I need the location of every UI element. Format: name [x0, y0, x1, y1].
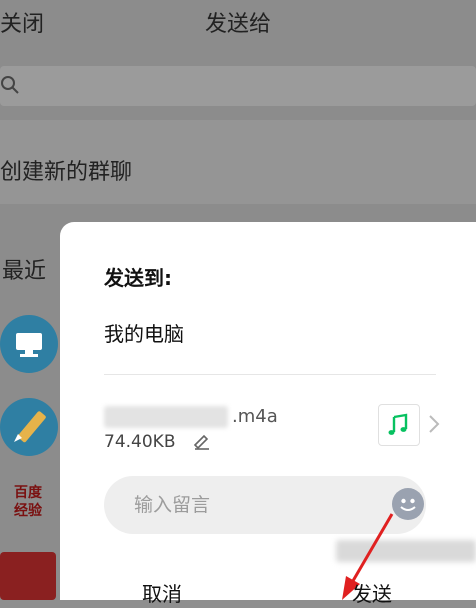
avatar-computer[interactable]: [0, 315, 58, 373]
file-extension: .m4a: [232, 406, 278, 427]
search-icon: [1, 76, 19, 94]
send-dialog: 发送到: 我的电脑 .m4a 74.40KB 取消 发送: [60, 222, 476, 606]
chevron-right-icon[interactable]: [426, 412, 442, 436]
top-bar: 关闭 发送给: [0, 0, 476, 46]
create-group-row[interactable]: 创建新的群聊: [0, 120, 476, 204]
avatar-baidu[interactable]: 百度 经验: [0, 478, 56, 534]
file-thumbnail[interactable]: [378, 404, 420, 446]
avatar-baidu-text: 百度 经验: [14, 485, 42, 519]
emoji-icon: [400, 498, 416, 511]
edit-icon[interactable]: [192, 430, 212, 450]
avatar-group[interactable]: [0, 552, 56, 600]
create-group-label: 创建新的群聊: [0, 160, 133, 185]
monitor-icon: [16, 333, 42, 357]
avatar-pencil[interactable]: [0, 398, 58, 456]
dialog-title: 发送到:: [104, 266, 172, 290]
send-button[interactable]: 发送: [352, 578, 392, 607]
cancel-button[interactable]: 取消: [142, 578, 182, 607]
search-input[interactable]: [0, 66, 476, 106]
recent-label: 最近: [2, 259, 47, 284]
recipient-name: 我的电脑: [104, 322, 184, 346]
page-title: 发送给: [204, 12, 271, 37]
file-name-blurred: [104, 406, 228, 428]
dialog-button-row: 取消 发送: [60, 568, 476, 608]
music-icon: [388, 413, 408, 435]
emoji-button[interactable]: [392, 488, 424, 520]
pencil-icon: [14, 411, 46, 443]
file-size: 74.40KB: [104, 432, 176, 452]
divider: [104, 374, 436, 375]
